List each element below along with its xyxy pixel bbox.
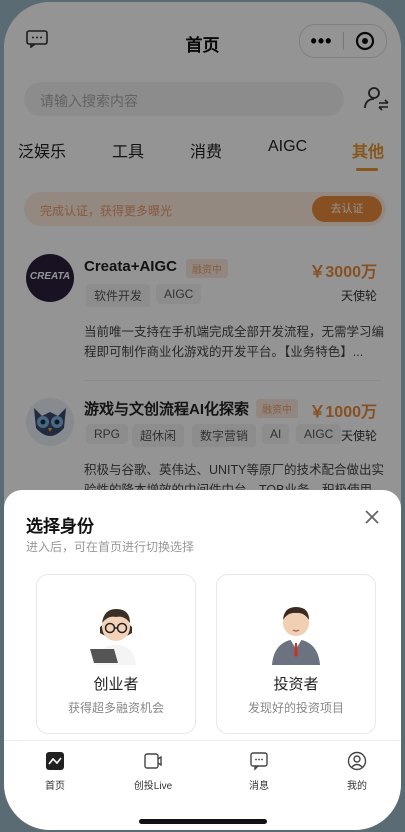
- sheet-subtitle: 进入后，可在首页进行切换选择: [26, 540, 195, 554]
- role-name: 投资者: [273, 676, 319, 693]
- bottom-tab-bar: 首页 创投Live 消息 我的: [4, 740, 401, 801]
- home-indicator: [138, 819, 267, 824]
- tabbar-label: 首页: [45, 781, 65, 792]
- role-card-founder[interactable]: 创业者 获得超多融资机会: [36, 574, 196, 734]
- profile-icon: [347, 751, 367, 771]
- role-card-investor[interactable]: 投资者 发现好的投资项目: [216, 574, 376, 734]
- tabbar-label: 我的: [347, 781, 367, 792]
- investor-avatar: [272, 607, 320, 665]
- tabbar-item-messages[interactable]: 消息: [224, 751, 294, 792]
- close-icon[interactable]: [363, 508, 381, 526]
- live-icon: [144, 753, 162, 769]
- message-icon: [250, 752, 268, 771]
- sheet-title: 选择身份: [26, 517, 94, 536]
- tabbar-item-live[interactable]: 创投Live: [118, 751, 188, 792]
- role-name: 创业者: [93, 676, 139, 693]
- tabbar-label: 消息: [249, 781, 269, 792]
- tabbar-label: 创投Live: [133, 781, 173, 792]
- role-description: 发现好的投资项目: [247, 701, 344, 715]
- founder-avatar: [90, 609, 136, 665]
- tabbar-item-home[interactable]: 首页: [20, 751, 90, 792]
- home-chart-icon: [46, 752, 64, 770]
- role-description: 获得超多融资机会: [67, 701, 164, 715]
- phone-screen: 首页 ••• 请输入搜索内容 泛娱乐 工具 消费 AIGC 其他 完成认证，获得…: [4, 2, 401, 830]
- tabbar-item-profile[interactable]: 我的: [322, 751, 392, 792]
- identity-sheet: 选择身份 进入后，可在首页进行切换选择 创业者 获得超多融资机会 投资者 发现好…: [4, 490, 401, 830]
